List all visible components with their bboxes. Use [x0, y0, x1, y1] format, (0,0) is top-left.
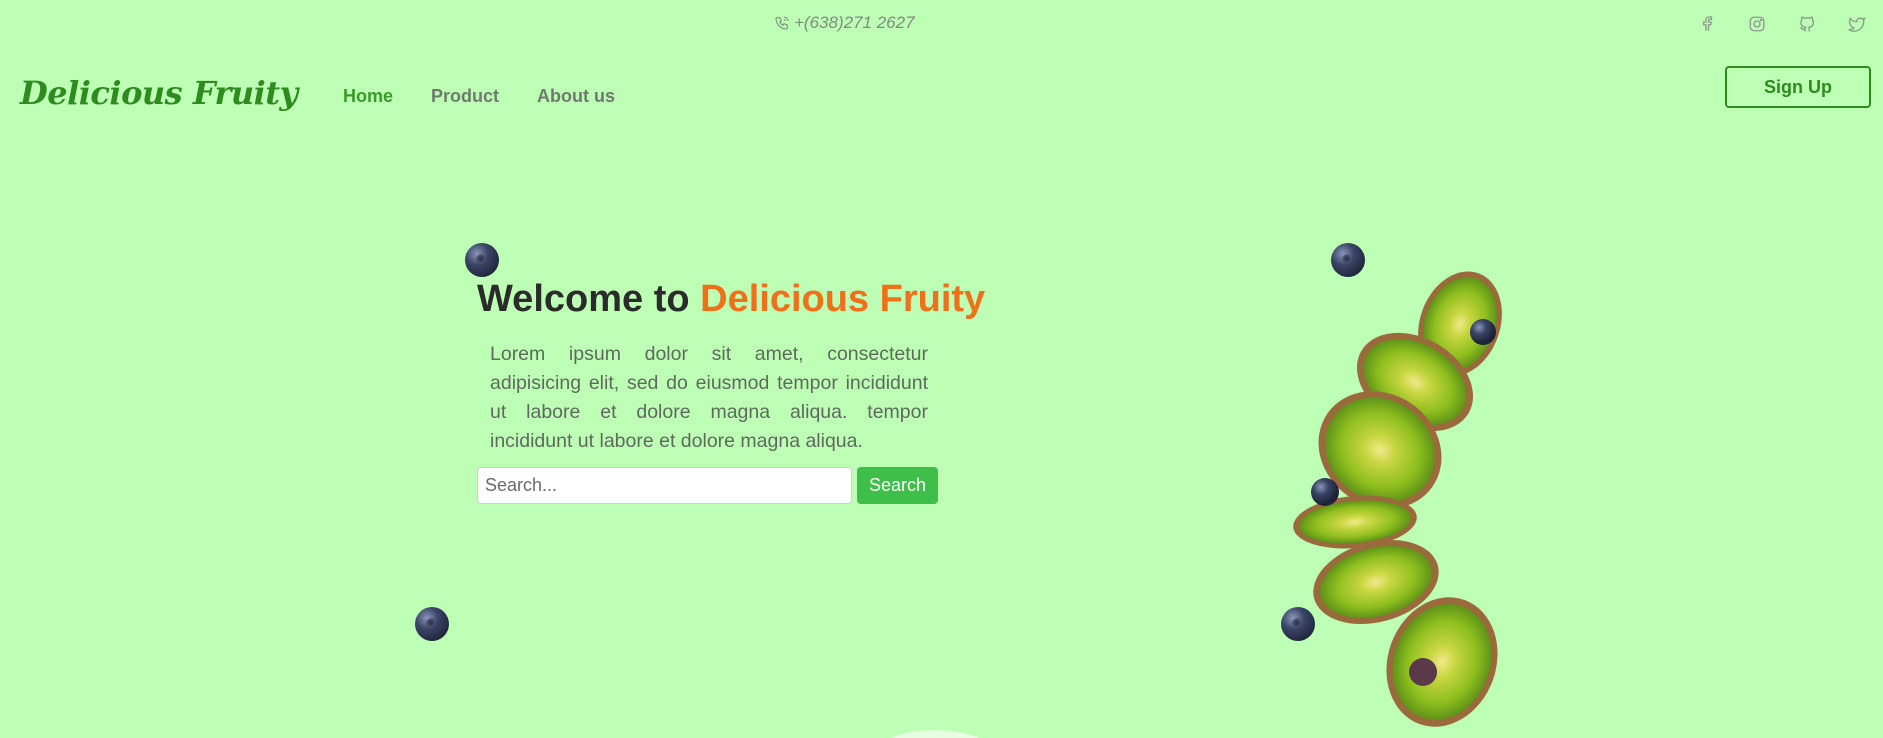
- facebook-icon[interactable]: [1697, 14, 1717, 34]
- site-logo[interactable]: Delicious Fruity: [20, 74, 298, 112]
- hero-title-accent: Delicious Fruity: [700, 278, 986, 320]
- blueberry-image: [415, 607, 449, 641]
- search-button[interactable]: Search: [857, 467, 939, 504]
- twitter-icon[interactable]: [1847, 14, 1867, 34]
- blueberry-image: [465, 243, 499, 277]
- search-bar: Search: [477, 467, 939, 504]
- phone-number: +(638)271 2627: [794, 13, 915, 32]
- main-nav: Home Product About us: [343, 86, 615, 107]
- bottom-arc-decoration: [880, 730, 990, 738]
- kiwi-slices-image: [1293, 271, 1502, 727]
- hero-title: Welcome to Delicious Fruity: [477, 278, 985, 321]
- sign-up-button[interactable]: Sign Up: [1725, 66, 1871, 108]
- page: +(638)271 2627 Delicious Fruity Home Pro…: [0, 0, 1883, 738]
- nav-home[interactable]: Home: [343, 86, 393, 107]
- social-links: [1697, 14, 1867, 34]
- phone-icon: [775, 16, 789, 30]
- hero-description: Lorem ipsum dolor sit amet, consectetur …: [490, 343, 928, 452]
- hero-title-prefix: Welcome to: [477, 278, 701, 320]
- instagram-icon[interactable]: [1747, 14, 1767, 34]
- phone-contact[interactable]: +(638)271 2627: [774, 13, 915, 33]
- github-icon[interactable]: [1797, 14, 1817, 34]
- search-input[interactable]: [477, 467, 852, 504]
- nav-product[interactable]: Product: [431, 86, 499, 107]
- nav-about-us[interactable]: About us: [537, 86, 615, 107]
